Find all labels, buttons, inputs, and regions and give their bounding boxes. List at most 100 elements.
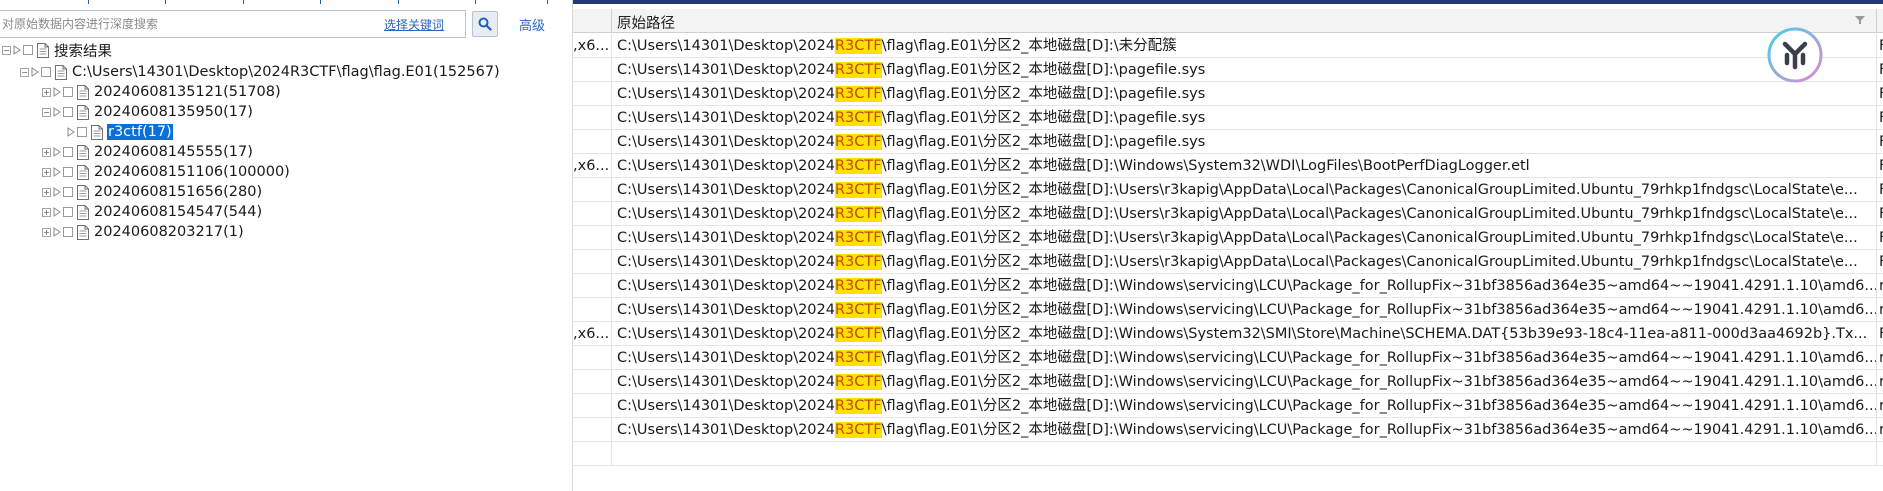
table-row[interactable]: C:\Users\14301\Desktop\2024R3CTF\flag\fl…	[573, 106, 1883, 130]
left-top-strip	[0, 0, 572, 7]
cell-column-0	[573, 370, 612, 394]
checkbox[interactable]	[63, 107, 73, 117]
expand-toggle[interactable]: +	[42, 227, 51, 237]
collapse-toggle[interactable]: −	[2, 45, 11, 55]
checkbox[interactable]	[63, 187, 73, 197]
search-button[interactable]	[472, 11, 498, 37]
cell-column-0	[573, 274, 612, 298]
expand-toggle[interactable]: +	[42, 207, 51, 217]
path-suffix: \flag\flag.E01\分区2_本地磁盘[D]:\Windows\serv…	[881, 302, 1876, 318]
table-row[interactable]: ,x6... C:\Users\14301\Desktop\2024R3CTF\f…	[573, 34, 1883, 58]
checkbox[interactable]	[63, 87, 73, 97]
tree-root[interactable]: − 搜索结果	[2, 40, 113, 60]
checkbox[interactable]	[63, 147, 73, 157]
header-column-0[interactable]	[573, 9, 612, 33]
table-header: 原始路径	[573, 9, 1883, 33]
advanced-search-link[interactable]: 高级	[519, 15, 545, 34]
table-row[interactable]: C:\Users\14301\Desktop\2024R3CTF\flag\fl…	[573, 346, 1883, 370]
tree-arrow-icon[interactable]	[52, 167, 62, 177]
tree-arrow-icon[interactable]	[52, 107, 62, 117]
document-icon	[77, 204, 89, 220]
cell-column-0: ,x6...	[573, 34, 612, 58]
table-row[interactable]: C:\Users\14301\Desktop\2024R3CTF\flag\fl…	[573, 418, 1883, 442]
table-row[interactable]: C:\Users\14301\Desktop\2024R3CTF\flag\fl…	[573, 274, 1883, 298]
checkbox[interactable]	[23, 45, 33, 55]
path-prefix: C:\Users\14301\Desktop\2024	[617, 182, 835, 198]
checkbox[interactable]	[77, 127, 87, 137]
path-suffix: \flag\flag.E01\分区2_本地磁盘[D]:\Windows\Syst…	[881, 326, 1868, 342]
tree-node-5[interactable]: +20240608151656(280)	[42, 182, 263, 202]
table-row[interactable]: C:\Users\14301\Desktop\2024R3CTF\flag\fl…	[573, 202, 1883, 226]
tree-node-3[interactable]: +20240608145555(17)	[42, 142, 254, 162]
collapse-toggle[interactable]: −	[20, 67, 29, 77]
header-original-path[interactable]: 原始路径	[617, 12, 675, 33]
tree-arrow-icon[interactable]	[66, 127, 76, 137]
results-table-panel: 原始路径 ,x6... C:\Users\14301\Desktop\2024R3…	[573, 0, 1883, 491]
table-row[interactable]: C:\Users\14301\Desktop\2024R3CTF\flag\fl…	[573, 250, 1883, 274]
cell-column-2: r	[1876, 274, 1883, 298]
path-prefix: C:\Users\14301\Desktop\2024	[617, 422, 835, 438]
expand-toggle[interactable]: +	[42, 187, 51, 197]
table-row[interactable]	[573, 442, 1883, 466]
table-row[interactable]: C:\Users\14301\Desktop\2024R3CTF\flag\fl…	[573, 370, 1883, 394]
cell-column-2: F	[1876, 58, 1883, 82]
tree-arrow-icon[interactable]	[52, 187, 62, 197]
left-panel: 选择关键词 高级 − 搜索结果 − C:\Users\14301\Desktop\20…	[0, 0, 572, 491]
table-row[interactable]: C:\Users\14301\Desktop\2024R3CTF\flag\fl…	[573, 178, 1883, 202]
checkbox[interactable]	[63, 167, 73, 177]
select-keyword-link[interactable]: 选择关键词	[384, 16, 444, 33]
path-suffix: \flag\flag.E01\分区2_本地磁盘[D]:\Windows\serv…	[881, 422, 1876, 438]
tree-node-7[interactable]: +20240608203217(1)	[42, 222, 245, 242]
path-prefix: C:\Users\14301\Desktop\2024	[617, 38, 835, 54]
table-row[interactable]: C:\Users\14301\Desktop\2024R3CTF\flag\fl…	[573, 58, 1883, 82]
tree-node-1[interactable]: − 20240608135950(17)	[42, 102, 254, 122]
filter-icon[interactable]	[1855, 15, 1865, 25]
table-row[interactable]: ,x6... C:\Users\14301\Desktop\2024R3CTF\f…	[573, 154, 1883, 178]
table-row[interactable]: C:\Users\14301\Desktop\2024R3CTF\flag\fl…	[573, 82, 1883, 106]
tree-node-6[interactable]: +20240608154547(544)	[42, 202, 263, 222]
path-prefix: C:\Users\14301\Desktop\2024	[617, 230, 835, 246]
path-suffix: \flag\flag.E01\分区2_本地磁盘[D]:\Windows\serv…	[881, 374, 1876, 390]
cell-column-0	[573, 106, 612, 130]
checkbox[interactable]	[63, 207, 73, 217]
collapse-toggle[interactable]: −	[42, 107, 51, 117]
path-suffix: \flag\flag.E01\分区2_本地磁盘[D]:\Windows\serv…	[881, 278, 1876, 294]
tree-node-0[interactable]: +20240608135121(51708)	[42, 82, 282, 102]
tree-arrow-icon[interactable]	[12, 45, 22, 55]
tree-node-4[interactable]: +20240608151106(100000)	[42, 162, 291, 182]
cell-original-path: C:\Users\14301\Desktop\2024R3CTF\flag\fl…	[613, 202, 1876, 226]
cell-column-0	[573, 58, 612, 82]
search-input[interactable]	[0, 11, 360, 37]
cell-original-path: C:\Users\14301\Desktop\2024R3CTF\flag\fl…	[613, 394, 1876, 418]
document-icon	[77, 144, 89, 160]
tree-arrow-icon[interactable]	[52, 87, 62, 97]
table-row[interactable]: ,x6... C:\Users\14301\Desktop\2024R3CTF\f…	[573, 322, 1883, 346]
expand-toggle[interactable]: +	[42, 167, 51, 177]
expand-toggle[interactable]: +	[42, 87, 51, 97]
cell-column-2: r	[1876, 346, 1883, 370]
tree-node-label: 20240608135950(17)	[94, 104, 253, 120]
cell-original-path: C:\Users\14301\Desktop\2024R3CTF\flag\fl…	[613, 418, 1876, 442]
cell-original-path: C:\Users\14301\Desktop\2024R3CTF\flag\fl…	[613, 106, 1876, 130]
expand-toggle[interactable]: +	[42, 147, 51, 157]
cell-column-0	[573, 298, 612, 322]
table-row[interactable]: C:\Users\14301\Desktop\2024R3CTF\flag\fl…	[573, 226, 1883, 250]
checkbox[interactable]	[41, 67, 51, 77]
tree-arrow-icon[interactable]	[52, 227, 62, 237]
cell-original-path: C:\Users\14301\Desktop\2024R3CTF\flag\fl…	[613, 298, 1876, 322]
checkbox[interactable]	[63, 227, 73, 237]
table-row[interactable]: C:\Users\14301\Desktop\2024R3CTF\flag\fl…	[573, 130, 1883, 154]
tree-arrow-icon[interactable]	[52, 147, 62, 157]
table-row[interactable]: C:\Users\14301\Desktop\2024R3CTF\flag\fl…	[573, 394, 1883, 418]
tree-node-label: 20240608151106(100000)	[94, 164, 290, 180]
tree-arrow-icon[interactable]	[30, 67, 40, 77]
tree-node-r3ctf[interactable]: r3ctf(17)	[66, 122, 173, 142]
search-hit-highlight: R3CTF	[834, 350, 882, 366]
path-prefix: C:\Users\14301\Desktop\2024	[617, 254, 835, 270]
path-prefix: C:\Users\14301\Desktop\2024	[617, 158, 835, 174]
tree-evidence[interactable]: − C:\Users\14301\Desktop\2024R3CTF\flag\f…	[20, 62, 501, 82]
table-row[interactable]: C:\Users\14301\Desktop\2024R3CTF\flag\fl…	[573, 298, 1883, 322]
tree-arrow-icon[interactable]	[52, 207, 62, 217]
cell-column-0	[573, 178, 612, 202]
header-column-divider	[1876, 9, 1877, 33]
